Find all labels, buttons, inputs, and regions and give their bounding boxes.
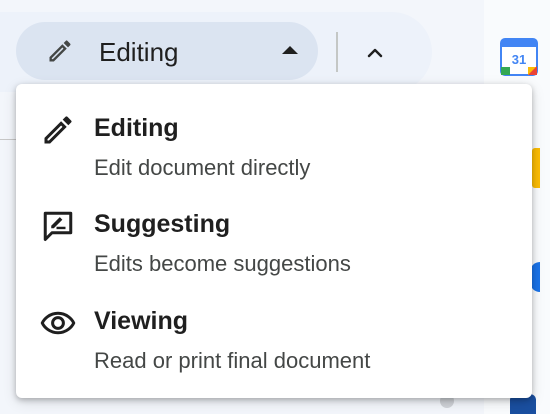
hide-menus-button[interactable] bbox=[352, 30, 398, 76]
google-calendar-icon[interactable]: 31 bbox=[500, 38, 538, 76]
menu-item-description: Edit document directly bbox=[94, 155, 311, 180]
menu-item-title: Viewing bbox=[94, 307, 189, 335]
mode-button-label: Editing bbox=[99, 37, 179, 67]
menu-item-suggesting[interactable]: Suggesting Edits become suggestions bbox=[16, 180, 532, 276]
pencil-icon bbox=[44, 116, 72, 144]
keep-icon[interactable] bbox=[532, 148, 540, 188]
caret-up-icon bbox=[282, 46, 298, 54]
editing-mode-menu: Editing Edit document directly Suggestin… bbox=[16, 84, 532, 398]
calendar-day: 31 bbox=[512, 52, 526, 67]
menu-item-title: Suggesting bbox=[94, 210, 231, 238]
menu-item-description: Edits become suggestions bbox=[94, 251, 351, 276]
menu-item-description: Read or print final document bbox=[94, 348, 371, 373]
pencil-icon bbox=[49, 40, 71, 62]
editing-mode-button[interactable]: Editing bbox=[16, 22, 318, 80]
toolbar-divider bbox=[336, 32, 338, 72]
menu-item-editing[interactable]: Editing Edit document directly bbox=[16, 84, 532, 180]
menu-item-title: Editing bbox=[94, 114, 179, 142]
eye-icon bbox=[40, 311, 76, 335]
menu-item-viewing[interactable]: Viewing Read or print final document bbox=[16, 277, 532, 373]
suggest-edit-icon bbox=[43, 211, 73, 241]
chevron-up-icon bbox=[367, 48, 383, 58]
